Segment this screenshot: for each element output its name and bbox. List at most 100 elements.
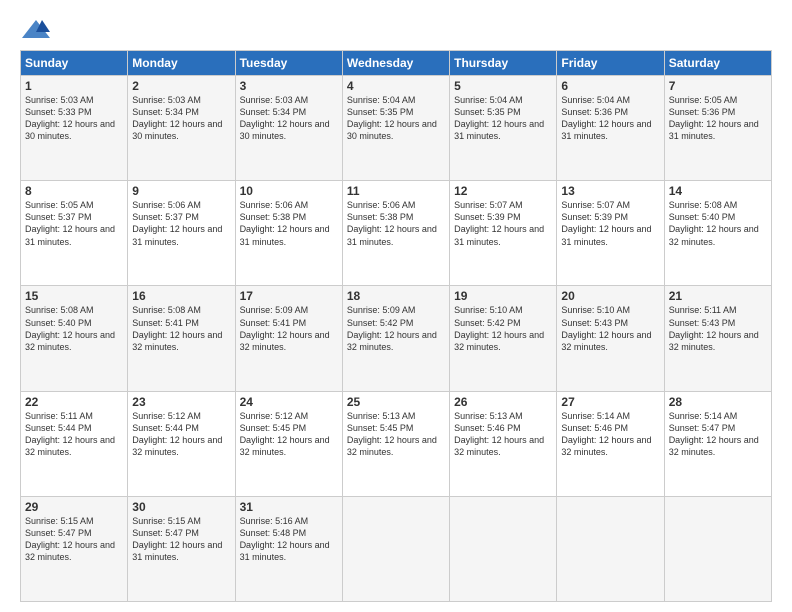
day-number: 13 — [561, 184, 659, 198]
day-number: 11 — [347, 184, 445, 198]
day-cell-8: 8Sunrise: 5:05 AMSunset: 5:37 PMDaylight… — [21, 181, 128, 286]
day-info: Sunrise: 5:05 AMSunset: 5:36 PMDaylight:… — [669, 94, 767, 143]
day-info: Sunrise: 5:13 AMSunset: 5:45 PMDaylight:… — [347, 410, 445, 459]
day-info: Sunrise: 5:06 AMSunset: 5:38 PMDaylight:… — [240, 199, 338, 248]
day-number: 8 — [25, 184, 123, 198]
day-number: 1 — [25, 79, 123, 93]
day-info: Sunrise: 5:08 AMSunset: 5:41 PMDaylight:… — [132, 304, 230, 353]
day-number: 28 — [669, 395, 767, 409]
day-cell-23: 23Sunrise: 5:12 AMSunset: 5:44 PMDayligh… — [128, 391, 235, 496]
day-info: Sunrise: 5:05 AMSunset: 5:37 PMDaylight:… — [25, 199, 123, 248]
day-info: Sunrise: 5:04 AMSunset: 5:35 PMDaylight:… — [454, 94, 552, 143]
day-cell-27: 27Sunrise: 5:14 AMSunset: 5:46 PMDayligh… — [557, 391, 664, 496]
day-number: 5 — [454, 79, 552, 93]
day-info: Sunrise: 5:08 AMSunset: 5:40 PMDaylight:… — [669, 199, 767, 248]
day-info: Sunrise: 5:15 AMSunset: 5:47 PMDaylight:… — [132, 515, 230, 564]
day-info: Sunrise: 5:11 AMSunset: 5:44 PMDaylight:… — [25, 410, 123, 459]
day-info: Sunrise: 5:07 AMSunset: 5:39 PMDaylight:… — [454, 199, 552, 248]
day-number: 26 — [454, 395, 552, 409]
day-number: 18 — [347, 289, 445, 303]
day-info: Sunrise: 5:14 AMSunset: 5:47 PMDaylight:… — [669, 410, 767, 459]
day-cell-24: 24Sunrise: 5:12 AMSunset: 5:45 PMDayligh… — [235, 391, 342, 496]
day-number: 2 — [132, 79, 230, 93]
day-number: 17 — [240, 289, 338, 303]
week-row-3: 15Sunrise: 5:08 AMSunset: 5:40 PMDayligh… — [21, 286, 772, 391]
day-info: Sunrise: 5:09 AMSunset: 5:42 PMDaylight:… — [347, 304, 445, 353]
day-cell-17: 17Sunrise: 5:09 AMSunset: 5:41 PMDayligh… — [235, 286, 342, 391]
day-info: Sunrise: 5:12 AMSunset: 5:45 PMDaylight:… — [240, 410, 338, 459]
empty-cell — [664, 496, 771, 601]
day-cell-1: 1Sunrise: 5:03 AMSunset: 5:33 PMDaylight… — [21, 76, 128, 181]
day-header-sunday: Sunday — [21, 51, 128, 76]
day-cell-3: 3Sunrise: 5:03 AMSunset: 5:34 PMDaylight… — [235, 76, 342, 181]
logo — [20, 18, 50, 40]
day-cell-13: 13Sunrise: 5:07 AMSunset: 5:39 PMDayligh… — [557, 181, 664, 286]
day-cell-28: 28Sunrise: 5:14 AMSunset: 5:47 PMDayligh… — [664, 391, 771, 496]
day-cell-20: 20Sunrise: 5:10 AMSunset: 5:43 PMDayligh… — [557, 286, 664, 391]
calendar-table: SundayMondayTuesdayWednesdayThursdayFrid… — [20, 50, 772, 602]
day-number: 10 — [240, 184, 338, 198]
day-info: Sunrise: 5:03 AMSunset: 5:34 PMDaylight:… — [132, 94, 230, 143]
day-info: Sunrise: 5:03 AMSunset: 5:34 PMDaylight:… — [240, 94, 338, 143]
day-number: 6 — [561, 79, 659, 93]
day-cell-7: 7Sunrise: 5:05 AMSunset: 5:36 PMDaylight… — [664, 76, 771, 181]
day-cell-10: 10Sunrise: 5:06 AMSunset: 5:38 PMDayligh… — [235, 181, 342, 286]
day-cell-21: 21Sunrise: 5:11 AMSunset: 5:43 PMDayligh… — [664, 286, 771, 391]
day-number: 30 — [132, 500, 230, 514]
day-info: Sunrise: 5:11 AMSunset: 5:43 PMDaylight:… — [669, 304, 767, 353]
page: SundayMondayTuesdayWednesdayThursdayFrid… — [0, 0, 792, 612]
day-number: 25 — [347, 395, 445, 409]
day-info: Sunrise: 5:10 AMSunset: 5:43 PMDaylight:… — [561, 304, 659, 353]
day-header-friday: Friday — [557, 51, 664, 76]
day-info: Sunrise: 5:07 AMSunset: 5:39 PMDaylight:… — [561, 199, 659, 248]
week-row-2: 8Sunrise: 5:05 AMSunset: 5:37 PMDaylight… — [21, 181, 772, 286]
day-number: 23 — [132, 395, 230, 409]
empty-cell — [342, 496, 449, 601]
day-number: 12 — [454, 184, 552, 198]
day-number: 19 — [454, 289, 552, 303]
day-number: 21 — [669, 289, 767, 303]
day-header-monday: Monday — [128, 51, 235, 76]
day-cell-6: 6Sunrise: 5:04 AMSunset: 5:36 PMDaylight… — [557, 76, 664, 181]
day-number: 24 — [240, 395, 338, 409]
day-info: Sunrise: 5:09 AMSunset: 5:41 PMDaylight:… — [240, 304, 338, 353]
header — [20, 18, 772, 40]
day-number: 4 — [347, 79, 445, 93]
day-cell-30: 30Sunrise: 5:15 AMSunset: 5:47 PMDayligh… — [128, 496, 235, 601]
week-row-1: 1Sunrise: 5:03 AMSunset: 5:33 PMDaylight… — [21, 76, 772, 181]
day-header-tuesday: Tuesday — [235, 51, 342, 76]
day-cell-31: 31Sunrise: 5:16 AMSunset: 5:48 PMDayligh… — [235, 496, 342, 601]
logo-icon — [22, 18, 50, 40]
day-header-thursday: Thursday — [450, 51, 557, 76]
day-number: 20 — [561, 289, 659, 303]
week-row-5: 29Sunrise: 5:15 AMSunset: 5:47 PMDayligh… — [21, 496, 772, 601]
day-number: 3 — [240, 79, 338, 93]
day-info: Sunrise: 5:16 AMSunset: 5:48 PMDaylight:… — [240, 515, 338, 564]
day-number: 27 — [561, 395, 659, 409]
day-info: Sunrise: 5:10 AMSunset: 5:42 PMDaylight:… — [454, 304, 552, 353]
empty-cell — [557, 496, 664, 601]
day-number: 9 — [132, 184, 230, 198]
day-cell-25: 25Sunrise: 5:13 AMSunset: 5:45 PMDayligh… — [342, 391, 449, 496]
week-row-4: 22Sunrise: 5:11 AMSunset: 5:44 PMDayligh… — [21, 391, 772, 496]
day-header-wednesday: Wednesday — [342, 51, 449, 76]
day-info: Sunrise: 5:08 AMSunset: 5:40 PMDaylight:… — [25, 304, 123, 353]
header-row: SundayMondayTuesdayWednesdayThursdayFrid… — [21, 51, 772, 76]
day-header-saturday: Saturday — [664, 51, 771, 76]
day-cell-2: 2Sunrise: 5:03 AMSunset: 5:34 PMDaylight… — [128, 76, 235, 181]
day-cell-4: 4Sunrise: 5:04 AMSunset: 5:35 PMDaylight… — [342, 76, 449, 181]
day-info: Sunrise: 5:13 AMSunset: 5:46 PMDaylight:… — [454, 410, 552, 459]
day-number: 22 — [25, 395, 123, 409]
day-cell-5: 5Sunrise: 5:04 AMSunset: 5:35 PMDaylight… — [450, 76, 557, 181]
day-cell-12: 12Sunrise: 5:07 AMSunset: 5:39 PMDayligh… — [450, 181, 557, 286]
day-cell-9: 9Sunrise: 5:06 AMSunset: 5:37 PMDaylight… — [128, 181, 235, 286]
empty-cell — [450, 496, 557, 601]
day-info: Sunrise: 5:06 AMSunset: 5:37 PMDaylight:… — [132, 199, 230, 248]
day-cell-11: 11Sunrise: 5:06 AMSunset: 5:38 PMDayligh… — [342, 181, 449, 286]
day-cell-16: 16Sunrise: 5:08 AMSunset: 5:41 PMDayligh… — [128, 286, 235, 391]
day-cell-15: 15Sunrise: 5:08 AMSunset: 5:40 PMDayligh… — [21, 286, 128, 391]
day-number: 15 — [25, 289, 123, 303]
day-info: Sunrise: 5:03 AMSunset: 5:33 PMDaylight:… — [25, 94, 123, 143]
day-info: Sunrise: 5:04 AMSunset: 5:35 PMDaylight:… — [347, 94, 445, 143]
day-cell-14: 14Sunrise: 5:08 AMSunset: 5:40 PMDayligh… — [664, 181, 771, 286]
